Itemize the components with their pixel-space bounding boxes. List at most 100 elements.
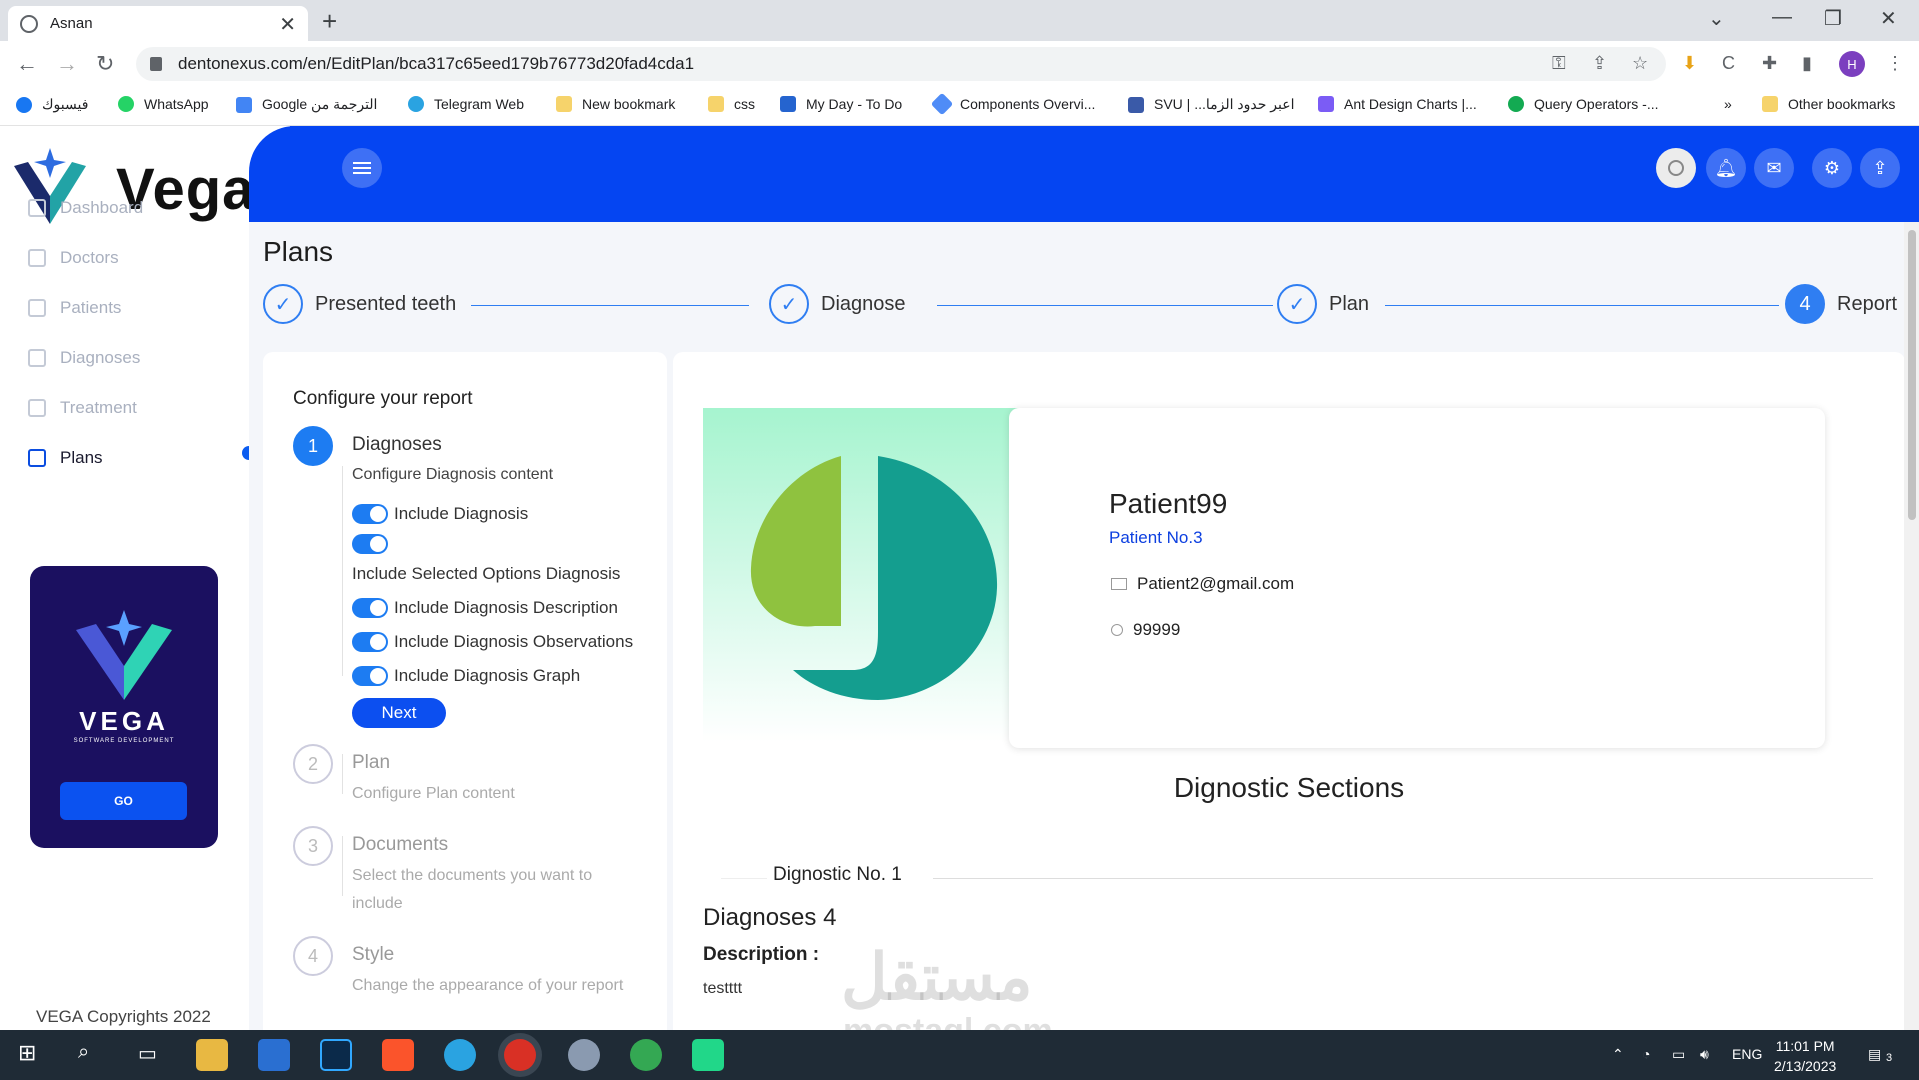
brave-icon[interactable] — [382, 1039, 414, 1071]
app-icon[interactable] — [258, 1039, 290, 1071]
toggle-include-description[interactable]: Include Diagnosis Description — [352, 598, 618, 618]
profile-avatar[interactable]: H — [1839, 51, 1865, 77]
go-button[interactable]: GO — [60, 782, 187, 820]
task-view-icon[interactable]: ▭ — [138, 1041, 157, 1066]
patient-card: Patient99 Patient No.3 Patient2@gmail.co… — [1009, 408, 1825, 748]
hamburger-icon — [353, 167, 371, 169]
search-icon[interactable]: ⌕ — [78, 1041, 89, 1064]
url-field[interactable]: dentonexus.com/en/EditPlan/bca317c65eed1… — [136, 47, 1666, 81]
tab-search-icon[interactable]: ⌄ — [1708, 6, 1725, 31]
volume-icon[interactable]: 🔊︎ — [1700, 1046, 1709, 1063]
configure-report-panel: Configure your report 1 Diagnoses Config… — [263, 352, 667, 1030]
toggle-include-graph[interactable]: Include Diagnosis Graph — [352, 666, 580, 686]
scroll-thumb[interactable] — [1908, 230, 1916, 520]
language-indicator[interactable]: ENG — [1732, 1046, 1762, 1062]
minimize-icon[interactable]: — — [1772, 6, 1792, 29]
browser-tab-bar: Asnan ✕ + ⌄ — ❐ ✕ — [0, 0, 1919, 41]
toggle-include-selected-options[interactable] — [352, 534, 394, 554]
chrome-icon[interactable] — [504, 1039, 536, 1071]
star-icon[interactable]: ☆ — [1632, 53, 1648, 74]
toggle-switch[interactable] — [352, 598, 388, 618]
forward-icon[interactable]: → — [56, 51, 78, 77]
network-icon[interactable]: ◔ — [1642, 1046, 1650, 1062]
sidebar-item-diagnoses[interactable]: Diagnoses — [28, 348, 140, 368]
description-value: testttt — [703, 980, 743, 997]
settings-button[interactable]: ⚙ — [1812, 148, 1852, 188]
restore-icon[interactable]: ❐ — [1824, 6, 1842, 31]
url-text: dentonexus.com/en/EditPlan/bca317c65eed1… — [178, 54, 695, 73]
menu-dots-icon[interactable]: ⋮ — [1886, 53, 1904, 74]
bookmark-telegram[interactable]: Telegram Web — [408, 96, 524, 112]
gear-icon: ⚙ — [1823, 157, 1841, 178]
camtasia-icon[interactable] — [692, 1039, 724, 1071]
windows-start-icon[interactable]: ⊞ — [18, 1040, 36, 1066]
toggle-switch[interactable] — [352, 504, 388, 524]
sidepanel-icon[interactable]: ▮ — [1802, 53, 1812, 74]
sidebar-item-treatment[interactable]: Treatment — [28, 398, 137, 418]
step-connector — [1385, 305, 1779, 306]
notifications-button[interactable]: 🔔︎ — [1706, 148, 1746, 188]
plans-icon — [28, 449, 46, 467]
chrome-icon[interactable] — [630, 1039, 662, 1071]
step-connector — [342, 754, 343, 794]
bookmark-css[interactable]: css — [708, 96, 755, 112]
promo-subtitle: SOFTWARE DEVELOPMENT — [73, 738, 175, 744]
toggle-switch[interactable] — [352, 632, 388, 652]
photoshop-icon[interactable] — [320, 1039, 352, 1071]
share-icon[interactable]: ⇪ — [1592, 53, 1607, 74]
battery-icon[interactable]: ▭ — [1672, 1046, 1685, 1063]
telegram-icon — [408, 96, 424, 112]
page-title: Plans — [263, 236, 334, 267]
step-plan[interactable]: ✓ Plan — [1277, 284, 1369, 324]
menu-toggle-button[interactable] — [342, 148, 382, 188]
bookmark-query-operators[interactable]: Query Operators -... — [1508, 96, 1658, 112]
toggle-switch[interactable] — [352, 534, 388, 554]
doctor-icon — [28, 249, 46, 267]
facebook-icon — [16, 96, 32, 113]
sidebar-item-dashboard[interactable]: Dashboard — [28, 198, 143, 218]
bookmark-svu[interactable]: SVU | ...اعبر حدود الزما — [1128, 96, 1295, 113]
watermark-arabic: مستقل — [841, 941, 1033, 1013]
bookmark-new[interactable]: New bookmark — [556, 96, 675, 112]
tooth-icon — [20, 14, 38, 33]
bookmark-components[interactable]: Components Overvi... — [930, 92, 1095, 116]
telegram-icon[interactable] — [444, 1039, 476, 1071]
toggle-include-observations[interactable]: Include Diagnosis Observations — [352, 632, 633, 652]
key-icon[interactable]: ⚿ — [1552, 53, 1566, 74]
bookmark-ant-design[interactable]: Ant Design Charts |... — [1318, 96, 1477, 112]
messages-button[interactable]: ✉ — [1754, 148, 1794, 188]
chevron-up-icon[interactable]: ⌃ — [1612, 1046, 1624, 1063]
app-icon[interactable] — [568, 1039, 600, 1071]
puzzle-icon[interactable]: ✚ — [1762, 53, 1777, 74]
close-window-icon[interactable]: ✕ — [1880, 6, 1897, 31]
toggle-switch[interactable] — [352, 666, 388, 686]
new-tab-icon[interactable]: + — [322, 6, 337, 37]
css-ext-icon[interactable]: C — [1722, 53, 1735, 74]
bookmark-my-day[interactable]: My Day - To Do — [780, 96, 902, 112]
bookmark-google-translate[interactable]: Google الترجمة من — [236, 96, 377, 113]
sidebar-item-patients[interactable]: Patients — [28, 298, 121, 318]
file-explorer-icon[interactable] — [196, 1039, 228, 1071]
step-number: 1 — [293, 426, 333, 466]
sidebar-item-plans[interactable]: Plans — [28, 448, 103, 468]
back-icon[interactable]: ← — [16, 51, 38, 77]
step-presented-teeth[interactable]: ✓ Presented teeth — [263, 284, 456, 324]
bookmark-facebook[interactable]: فيسبوك — [16, 96, 88, 113]
upload-button[interactable]: ⇪ — [1860, 148, 1900, 188]
step-diagnose[interactable]: ✓ Diagnose — [769, 284, 906, 324]
bookmark-other[interactable]: Other bookmarks — [1762, 96, 1895, 112]
bookmarks-overflow[interactable]: » — [1724, 96, 1732, 112]
bookmarks-bar: فيسبوك WhatsApp Google الترجمة من Telegr… — [0, 87, 1919, 126]
user-avatar-button[interactable] — [1656, 148, 1696, 188]
notification-center-icon[interactable]: ▤ — [1868, 1046, 1881, 1063]
close-tab-icon[interactable]: ✕ — [279, 12, 296, 37]
bookmark-whatsapp[interactable]: WhatsApp — [118, 96, 209, 112]
toggle-include-diagnosis[interactable]: Include Diagnosis — [352, 504, 528, 524]
download-ext-icon[interactable]: ⬇ — [1682, 53, 1697, 74]
step-report[interactable]: 4 Report — [1785, 284, 1897, 324]
browser-tab[interactable]: Asnan ✕ — [8, 6, 308, 41]
next-button[interactable]: Next — [352, 698, 446, 728]
system-clock[interactable]: 11:01 PM 2/13/2023 — [1774, 1036, 1836, 1076]
sidebar-item-doctors[interactable]: Doctors — [28, 248, 119, 268]
reload-icon[interactable]: ↻ — [96, 51, 114, 77]
